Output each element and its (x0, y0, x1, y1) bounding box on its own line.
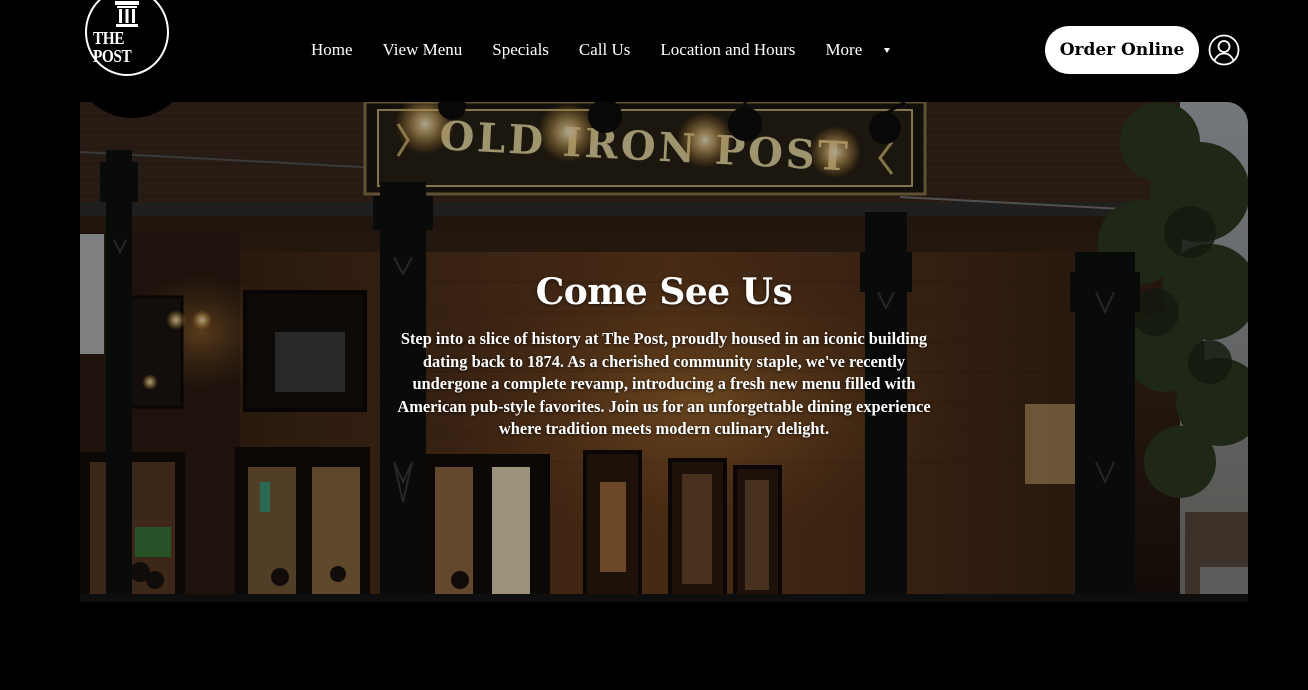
hero-section: OLD IRON POST Come See Us Step into a sl… (80, 102, 1248, 602)
logo-text: THE POST (93, 28, 132, 66)
nav-home[interactable]: Home (296, 38, 368, 62)
user-account-icon[interactable] (1208, 34, 1240, 66)
page: THE POST Home View Menu Specials Call Us… (0, 0, 1308, 690)
hero-description: Step into a slice of history at The Post… (397, 329, 931, 439)
nav-specials[interactable]: Specials (477, 38, 564, 62)
pillar-icon (115, 1, 139, 27)
nav-view-menu[interactable]: View Menu (368, 38, 478, 62)
order-online-button[interactable]: Order Online (1045, 26, 1199, 74)
nav-more-label: More (825, 40, 863, 59)
nav-call-us[interactable]: Call Us (564, 38, 645, 62)
nav-location-hours[interactable]: Location and Hours (645, 38, 810, 62)
hero-title: Come See Us (535, 271, 793, 313)
logo[interactable]: THE POST (85, 0, 169, 76)
main-nav: Home View Menu Specials Call Us Location… (296, 38, 905, 62)
nav-more-dropdown[interactable]: More (810, 38, 905, 62)
caret-down-icon (884, 47, 891, 53)
hero-content: Come See Us Step into a slice of history… (390, 270, 938, 441)
